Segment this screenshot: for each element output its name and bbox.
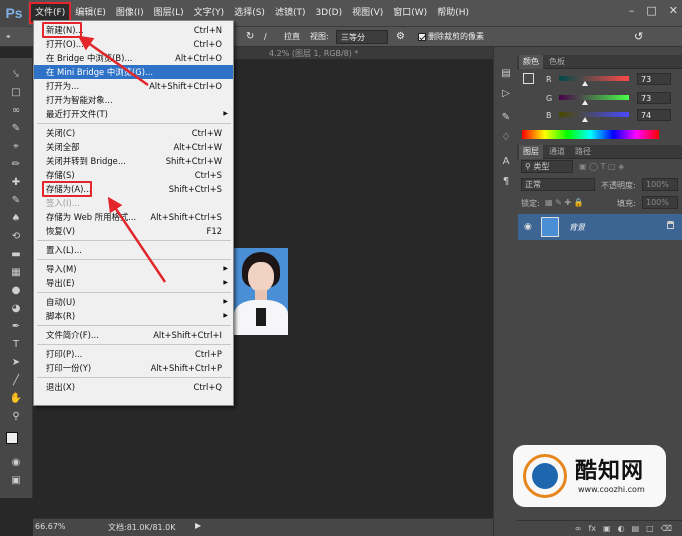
watermark-url: www.coozhi.com [578,485,645,494]
arrow-to-new [77,35,149,87]
coozhi-logo-icon [523,454,567,498]
watermark-brand: 酷知网 [575,459,645,484]
coozhi-watermark: 酷知网 www.coozhi.com [513,445,666,507]
arrow-to-save-as [107,196,167,283]
photoshop-window: Ps 文件(F) 编辑(E) 图像(I) 图层(L) 文字(Y) 选择(S) 滤… [0,0,682,536]
